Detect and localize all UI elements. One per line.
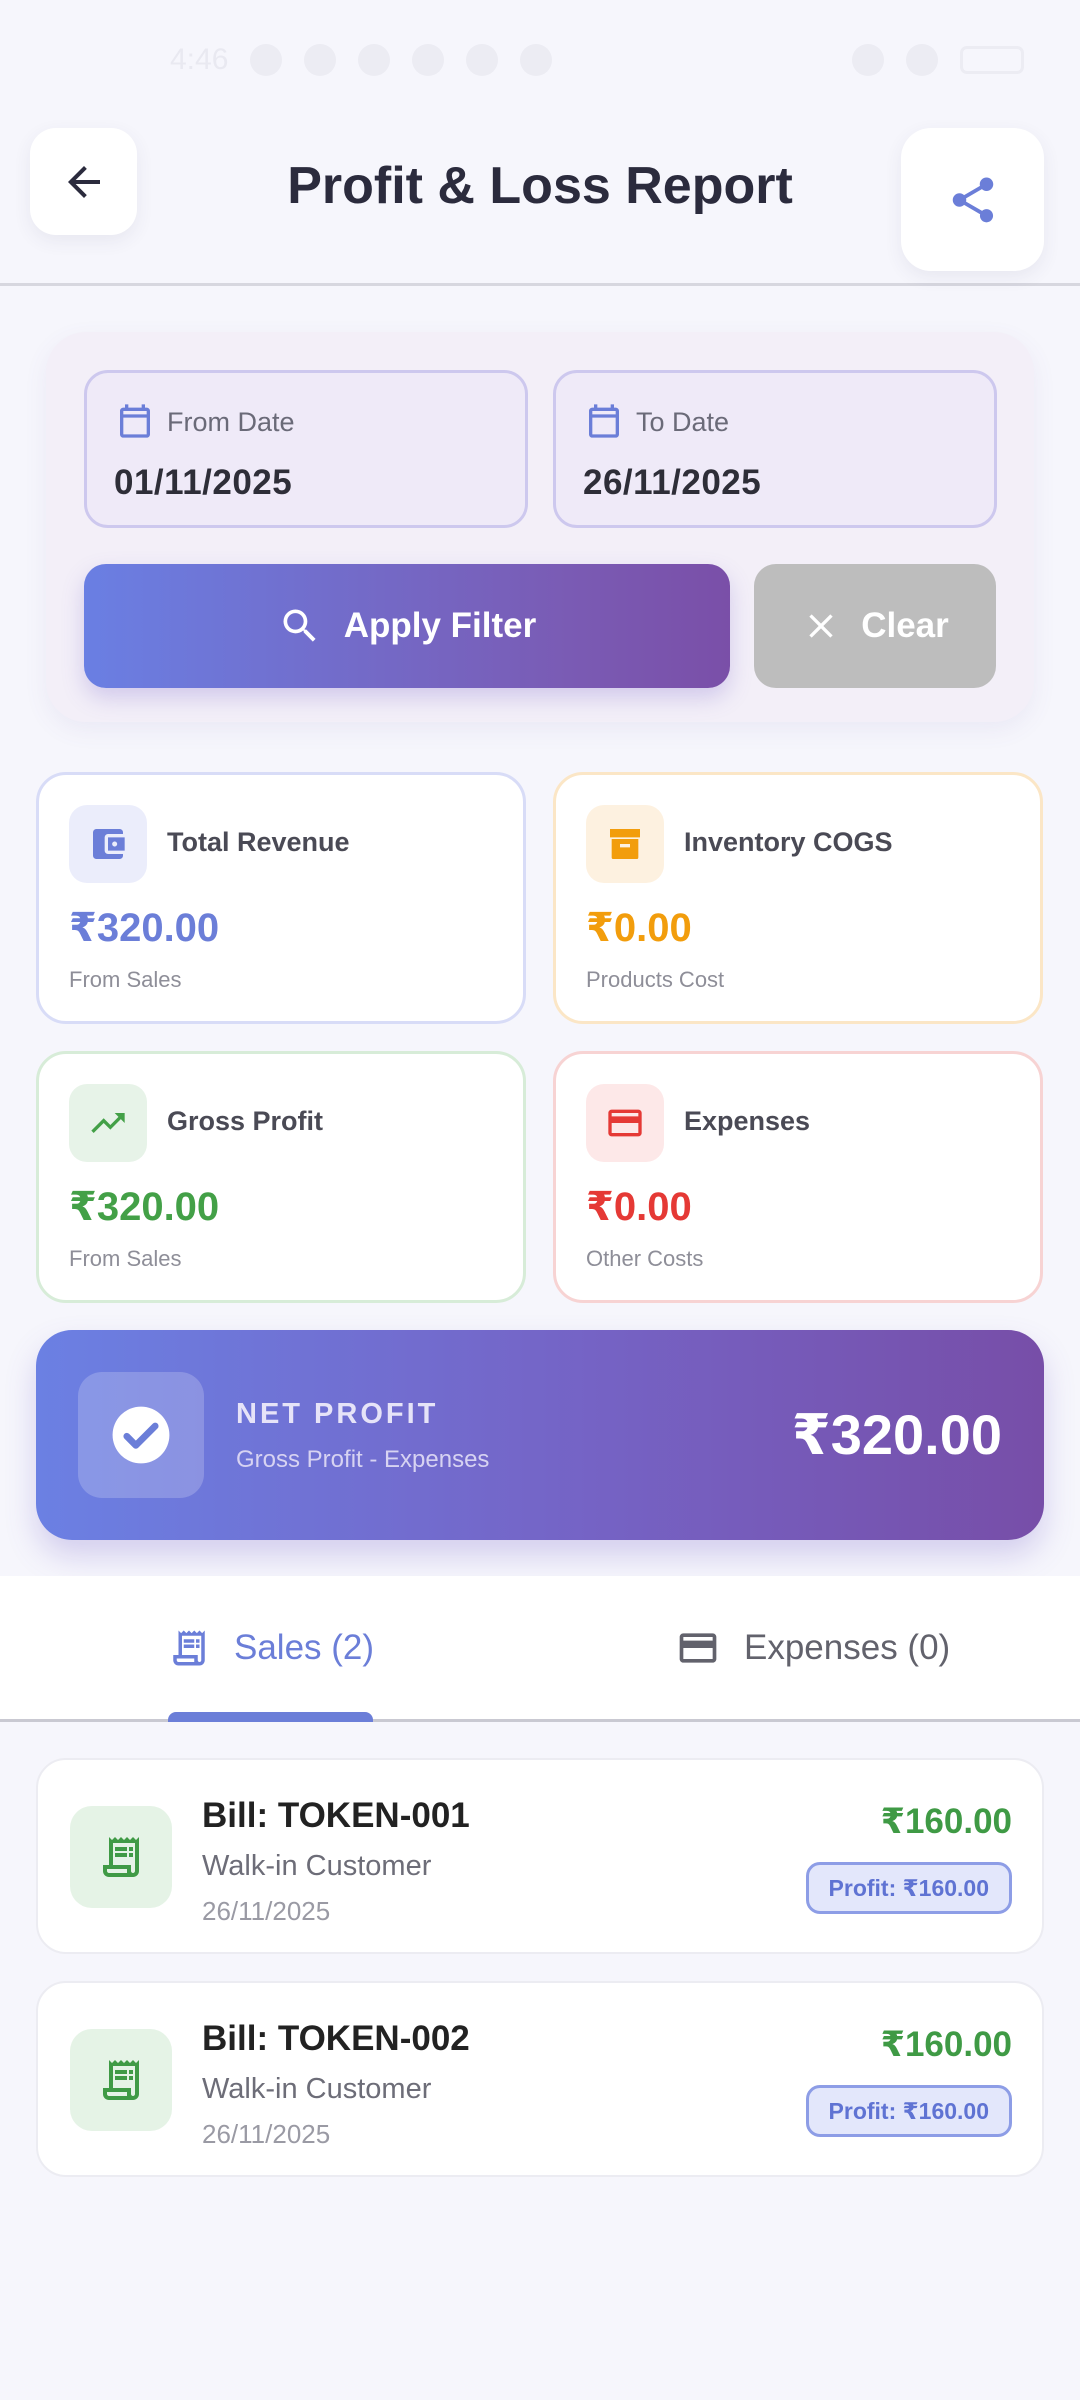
wallet-icon [93, 829, 125, 859]
signal-icon [906, 44, 938, 76]
tab-indicator [168, 1712, 373, 1722]
share-icon [952, 177, 993, 222]
credit-card-icon [608, 1109, 642, 1137]
stat-subtitle: Products Cost [586, 967, 725, 992]
archive-icon-box [586, 805, 664, 883]
expenses-card: Expenses ₹0.00 Other Costs [553, 1051, 1043, 1303]
notification-icon [466, 44, 499, 76]
to-date-label: To Date [636, 407, 730, 437]
wifi-icon [852, 44, 884, 76]
check-icon-box [78, 1372, 204, 1498]
bill-title: Bill: TOKEN-002 [202, 2019, 470, 2058]
receipt-icon [173, 1630, 205, 1665]
total-revenue-card: Total Revenue ₹320.00 From Sales [36, 772, 526, 1024]
bill-date: 26/11/2025 [202, 2119, 331, 2149]
bill-amount: ₹160.00 [880, 2025, 1012, 2064]
notification-icon [250, 44, 283, 76]
list-item[interactable]: Bill: TOKEN-002 Walk-in Customer 26/11/2… [36, 1981, 1044, 2177]
tab-expenses[interactable]: Expenses (0) [676, 1576, 950, 1719]
clear-label: Clear [861, 606, 949, 645]
status-right [852, 44, 1024, 76]
check-circle-icon [112, 1406, 170, 1464]
bill-customer: Walk-in Customer [202, 1850, 432, 1882]
stat-label: Inventory COGS [684, 827, 893, 857]
tab-expenses-label: Expenses (0) [744, 1627, 951, 1667]
net-profit-title: NET PROFIT [236, 1398, 439, 1430]
net-profit-subtitle: Gross Profit - Expenses [236, 1446, 490, 1473]
stat-subtitle: Other Costs [586, 1246, 704, 1271]
stat-label: Total Revenue [167, 827, 350, 857]
close-icon [809, 614, 833, 638]
card-icon-box [586, 1084, 664, 1162]
bill-date: 26/11/2025 [202, 1896, 331, 1926]
bill-customer: Walk-in Customer [202, 2073, 432, 2105]
inventory-cogs-card: Inventory COGS ₹0.00 Products Cost [553, 772, 1043, 1024]
to-date-field[interactable]: To Date 26/11/2025 [553, 370, 997, 528]
battery-icon [960, 46, 1024, 74]
net-profit-value: ₹320.00 [791, 1403, 1002, 1466]
stat-label: Expenses [684, 1106, 811, 1136]
calendar-icon [120, 404, 150, 438]
from-date-field[interactable]: From Date 01/11/2025 [84, 370, 528, 528]
trending-up-icon [91, 1113, 125, 1133]
receipt-icon-box [70, 1806, 172, 1908]
notification-icon [358, 44, 391, 76]
stat-value: ₹0.00 [586, 906, 692, 950]
notification-icon [412, 44, 445, 76]
status-time: 4:46 [170, 43, 229, 76]
bill-amount: ₹160.00 [880, 1802, 1012, 1841]
notification-icon [304, 44, 337, 76]
stat-subtitle: From Sales [69, 967, 182, 992]
date-filter-card: From Date 01/11/2025 To Date 26/11/2025 … [46, 332, 1034, 722]
apply-filter-label: Apply Filter [343, 606, 537, 645]
app-header: Profit & Loss Report [0, 120, 1080, 286]
stat-value: ₹320.00 [69, 1185, 220, 1229]
calendar-icon [589, 404, 619, 438]
bill-title: Bill: TOKEN-001 [202, 1796, 470, 1835]
stat-value: ₹320.00 [69, 906, 220, 950]
receipt-icon-box [70, 2029, 172, 2131]
from-date-label: From Date [167, 407, 295, 437]
net-profit-card: NET PROFIT Gross Profit - Expenses ₹320.… [36, 1330, 1044, 1540]
tab-sales[interactable]: Sales (2) [168, 1576, 374, 1719]
apply-filter-button[interactable]: Apply Filter [84, 564, 730, 688]
status-bar: 4:46 [0, 0, 1080, 120]
status-left: 4:46 [170, 43, 553, 77]
clear-button[interactable]: Clear [754, 564, 996, 688]
share-button[interactable] [901, 128, 1044, 271]
tab-bar: Sales (2) Expenses (0) [0, 1576, 1080, 1722]
archive-icon [610, 829, 640, 859]
gross-profit-card: Gross Profit ₹320.00 From Sales [36, 1051, 526, 1303]
profit-loss-screen: 4:46 Profit & Loss Report From Date 01/1… [0, 0, 1080, 2400]
notification-icon [520, 44, 553, 76]
search-icon [283, 609, 316, 642]
stat-value: ₹0.00 [586, 1185, 692, 1229]
from-date-value: 01/11/2025 [114, 463, 293, 502]
list-item[interactable]: Bill: TOKEN-001 Walk-in Customer 26/11/2… [36, 1758, 1044, 1954]
credit-card-icon [679, 1632, 717, 1663]
stat-label: Gross Profit [167, 1106, 324, 1136]
stat-subtitle: From Sales [69, 1246, 182, 1271]
receipt-icon [103, 1837, 139, 1877]
bill-profit-badge: Profit: ₹160.00 [805, 1862, 1012, 1914]
bill-profit-badge: Profit: ₹160.00 [805, 2085, 1012, 2137]
wallet-icon-box [69, 805, 147, 883]
receipt-icon [103, 2060, 139, 2100]
tab-sales-label: Sales (2) [234, 1627, 375, 1667]
to-date-value: 26/11/2025 [583, 463, 762, 502]
trending-up-icon-box [69, 1084, 147, 1162]
